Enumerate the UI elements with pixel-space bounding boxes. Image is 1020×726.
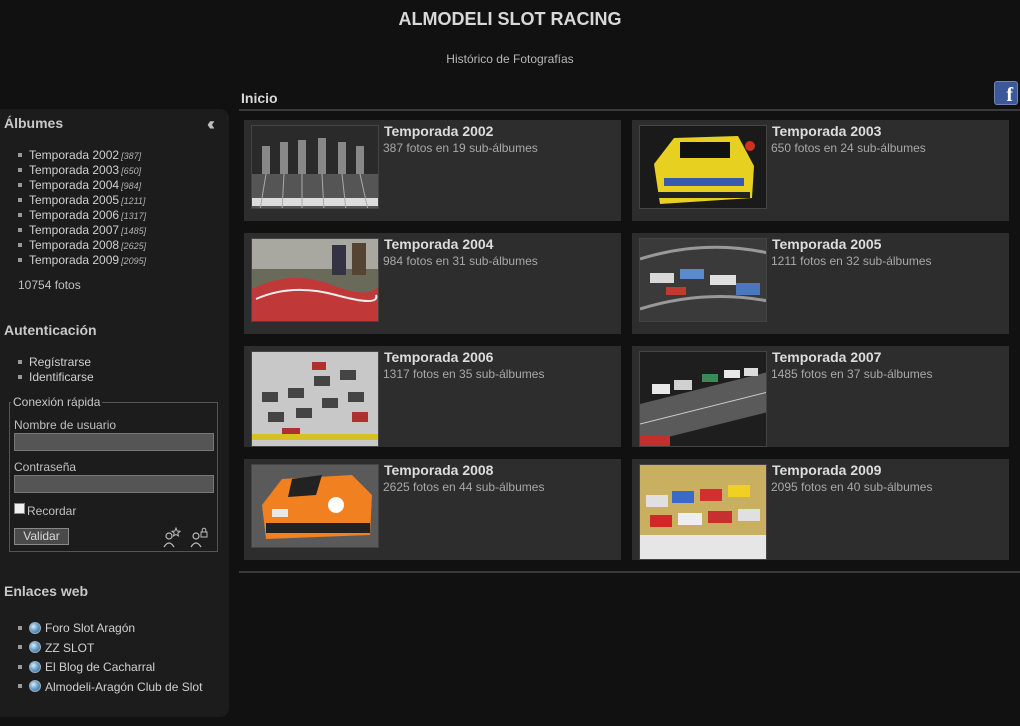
- web-link[interactable]: El Blog de Cacharral: [18, 658, 202, 678]
- total-photos-count: 10754 fotos: [18, 278, 81, 292]
- remember-label: Recordar: [27, 504, 77, 518]
- web-link[interactable]: ZZ SLOT: [18, 639, 202, 659]
- album-thumbnail[interactable]: [639, 125, 767, 209]
- web-link[interactable]: Foro Slot Aragón: [18, 619, 202, 639]
- album-info: 650 fotos en 24 sub-álbumes: [771, 141, 926, 155]
- divider: [239, 109, 1020, 111]
- register-link[interactable]: Regístrarse: [18, 355, 94, 370]
- album-title[interactable]: Temporada 2007: [772, 349, 881, 365]
- remember-checkbox[interactable]: [14, 503, 25, 514]
- album-thumbnail[interactable]: [251, 125, 379, 209]
- album-thumbnail[interactable]: [251, 464, 379, 548]
- facebook-icon[interactable]: f: [994, 81, 1018, 105]
- album-card-2007[interactable]: Temporada 2007 1485 fotos en 37 sub-álbu…: [632, 346, 1009, 447]
- album-info: 387 fotos en 19 sub-álbumes: [383, 141, 538, 155]
- album-menu-item[interactable]: Temporada 2007 [1485]: [18, 223, 146, 238]
- album-title[interactable]: Temporada 2003: [772, 123, 881, 139]
- album-card-2008[interactable]: Temporada 2008 2625 fotos en 44 sub-álbu…: [244, 459, 621, 560]
- web-links-list: Foro Slot Aragón ZZ SLOT El Blog de Cach…: [18, 619, 202, 697]
- globe-icon: [29, 660, 41, 673]
- album-info: 2625 fotos en 44 sub-álbumes: [383, 480, 545, 494]
- web-link[interactable]: Almodeli-Aragón Club de Slot: [18, 678, 202, 698]
- double-chevron-left-icon[interactable]: ‹‹: [207, 114, 215, 135]
- quick-login-form: Conexión rápida Nombre de usuario Contra…: [9, 395, 218, 552]
- auth-menu: Regístrarse Identificarse: [18, 355, 94, 385]
- album-info: 984 fotos en 31 sub-álbumes: [383, 254, 538, 268]
- album-card-2006[interactable]: Temporada 2006 1317 fotos en 35 sub-álbu…: [244, 346, 621, 447]
- album-title[interactable]: Temporada 2006: [384, 349, 493, 365]
- username-input[interactable]: [14, 433, 214, 451]
- album-title[interactable]: Temporada 2008: [384, 462, 493, 478]
- album-card-2002[interactable]: Temporada 2002 387 fotos en 19 sub-álbum…: [244, 120, 621, 221]
- album-menu-item[interactable]: Temporada 2009 [2095]: [18, 253, 146, 268]
- album-menu-item[interactable]: Temporada 2004 [984]: [18, 178, 146, 193]
- username-label: Nombre de usuario: [14, 418, 117, 432]
- web-links-heading: Enlaces web: [4, 583, 89, 599]
- album-card-2005[interactable]: Temporada 2005 1211 fotos en 32 sub-álbu…: [632, 233, 1009, 334]
- album-info: 2095 fotos en 40 sub-álbumes: [771, 480, 933, 494]
- album-title[interactable]: Temporada 2009: [772, 462, 881, 478]
- album-menu-item[interactable]: Temporada 2005 [1211]: [18, 193, 146, 208]
- album-menu-item[interactable]: Temporada 2003 [650]: [18, 163, 146, 178]
- album-thumbnail[interactable]: [251, 351, 379, 447]
- album-thumbnail[interactable]: [639, 351, 767, 447]
- site-subtitle: Histórico de Fotografías: [446, 52, 574, 66]
- album-card-2003[interactable]: Temporada 2003 650 fotos en 24 sub-álbum…: [632, 120, 1009, 221]
- album-title[interactable]: Temporada 2005: [772, 236, 881, 252]
- album-thumbnail[interactable]: [251, 238, 379, 322]
- album-menu: Temporada 2002 [387] Temporada 2003 [650] …: [18, 148, 146, 268]
- album-thumbnail[interactable]: [639, 464, 767, 560]
- album-menu-item[interactable]: Temporada 2008 [2625]: [18, 238, 146, 253]
- globe-icon: [29, 621, 41, 634]
- quick-login-legend: Conexión rápida: [11, 395, 103, 409]
- validate-button[interactable]: Validar: [14, 528, 69, 545]
- breadcrumb: Inicio: [241, 90, 278, 106]
- sidebar: Álbumes ‹‹ Temporada 2002 [387] Temporada…: [0, 109, 229, 717]
- album-card-2009[interactable]: Temporada 2009 2095 fotos en 40 sub-álbu…: [632, 459, 1009, 560]
- album-thumbnail[interactable]: [639, 238, 767, 322]
- album-info: 1317 fotos en 35 sub-álbumes: [383, 367, 545, 381]
- album-menu-item[interactable]: Temporada 2002 [387]: [18, 148, 146, 163]
- site-title: ALMODELI SLOT RACING: [398, 9, 622, 29]
- password-label: Contraseña: [14, 460, 77, 474]
- album-title[interactable]: Temporada 2002: [384, 123, 493, 139]
- password-input[interactable]: [14, 475, 214, 493]
- album-card-2004[interactable]: Temporada 2004 984 fotos en 31 sub-álbum…: [244, 233, 621, 334]
- user-star-icon[interactable]: [163, 526, 182, 548]
- auth-heading: Autenticación: [4, 322, 97, 338]
- globe-icon: [29, 641, 41, 654]
- album-info: 1485 fotos en 37 sub-álbumes: [771, 367, 933, 381]
- globe-icon: [29, 680, 41, 693]
- user-lock-icon[interactable]: [190, 526, 208, 548]
- albums-heading: Álbumes: [4, 115, 64, 131]
- album-menu-item[interactable]: Temporada 2006 [1317]: [18, 208, 146, 223]
- divider: [239, 571, 1020, 573]
- login-link[interactable]: Identificarse: [18, 370, 94, 385]
- album-title[interactable]: Temporada 2004: [384, 236, 493, 252]
- album-info: 1211 fotos en 32 sub-álbumes: [771, 254, 932, 268]
